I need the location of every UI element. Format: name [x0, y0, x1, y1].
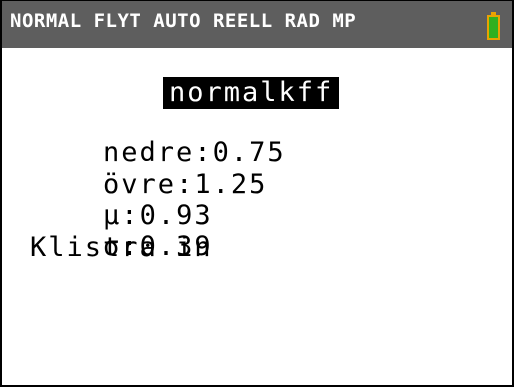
- battery-fill: [489, 17, 498, 38]
- menu-title: normalkff: [163, 77, 340, 109]
- calculator-screen: NORMAL FLYT AUTO REELL RAD MP normalkff …: [0, 0, 514, 387]
- paste-button[interactable]: Klistra in: [30, 233, 213, 263]
- status-bar: NORMAL FLYT AUTO REELL RAD MP: [2, 1, 512, 48]
- mode-status-text: NORMAL FLYT AUTO REELL RAD MP: [10, 10, 357, 32]
- battery-icon: [487, 12, 500, 40]
